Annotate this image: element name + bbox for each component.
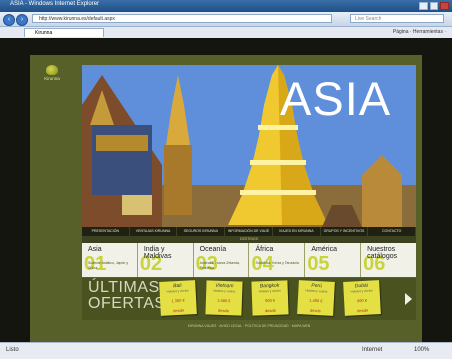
- offer-from: desde: [309, 307, 321, 314]
- offer-desc: Hoteles y vuelos: [305, 288, 328, 294]
- status-text: Listo: [6, 347, 19, 353]
- browser-tab[interactable]: Kirunna: [24, 28, 104, 37]
- hero-title: ASIA: [280, 72, 392, 125]
- maximize-button[interactable]: [429, 2, 439, 10]
- offer-price: 1.690 €: [217, 297, 231, 304]
- section-strip: DESTINOS: [82, 236, 416, 243]
- security-zone: Internet: [362, 347, 383, 353]
- window-controls: [419, 2, 450, 10]
- destination-oceania[interactable]: 03 Oceanía Australia, Nueva Zelanda, Pol…: [194, 243, 250, 277]
- offers-notes: Bali Hoteles y vuelos 1.350 € desde Viet…: [159, 280, 400, 317]
- destination-asia[interactable]: 01 Asia Sudeste Asiático, Japón y China: [82, 243, 138, 277]
- offer-note[interactable]: Bangkok Hoteles y vuelos 990 € desde: [251, 280, 289, 316]
- site-logo[interactable]: Kirunna: [40, 65, 64, 83]
- minimize-button[interactable]: [419, 2, 428, 10]
- destination-africa[interactable]: 04 África Sudáfrica, Kenia y Tanzania: [249, 243, 306, 277]
- search-input[interactable]: Live Search: [350, 14, 444, 23]
- logo-icon: [46, 65, 58, 75]
- destination-number: 05: [307, 253, 330, 275]
- offer-note[interactable]: Vietnam Hoteles y vuelos 1.690 € desde: [205, 280, 243, 316]
- destination-name: África: [255, 246, 274, 253]
- page-viewport: Kirunna ASIA PRESENTACIÓN VENTAJAS KIRUN…: [0, 38, 452, 348]
- menu-item-grupos[interactable]: GRUPOS Y INCENTIVOS: [321, 227, 369, 236]
- offers-title: ÚLTIMAS OFERTAS: [88, 279, 166, 312]
- offer-from: desde: [173, 307, 185, 314]
- menu-item-contacto[interactable]: CONTACTO: [368, 227, 417, 236]
- destination-name: India y Maldivas: [143, 246, 172, 260]
- destination-america[interactable]: 05 América: [305, 243, 362, 277]
- offer-price: 1.350 €: [171, 297, 185, 304]
- offer-price: 890 €: [356, 297, 368, 304]
- destination-name: Asia: [88, 246, 102, 253]
- next-arrow-icon[interactable]: [405, 293, 412, 305]
- main-menu: PRESENTACIÓN VENTAJAS KIRUNNA SEGUROS KI…: [82, 227, 417, 236]
- window-titlebar: ASIA - Windows Internet Explorer: [0, 0, 452, 12]
- offer-from: desde: [357, 307, 369, 314]
- offer-from: desde: [264, 307, 276, 314]
- navigation-bar: ‹ › http://www.kirunna.es/default.aspx L…: [0, 12, 452, 27]
- zoom-level[interactable]: 100%: [414, 347, 429, 353]
- destination-sub: Sudáfrica, Kenia y Tanzania: [255, 261, 299, 265]
- back-icon[interactable]: ‹: [3, 14, 15, 26]
- hero-banner: ASIA: [82, 65, 416, 227]
- menu-item-seguros[interactable]: SEGUROS KIRUNNA: [177, 227, 226, 236]
- destinations-bar: 01 Asia Sudeste Asiático, Japón y China …: [82, 243, 416, 277]
- close-button[interactable]: [440, 2, 450, 10]
- offer-desc: Hoteles y vuelos: [258, 288, 281, 294]
- destination-sub: Sudeste Asiático, Japón y China: [88, 261, 129, 270]
- destination-sub: Australia, Nueva Zelanda, Polinesia: [199, 261, 240, 270]
- destination-name: Nuestros catálogos: [367, 246, 398, 260]
- status-bar: Listo Internet 100%: [0, 342, 452, 359]
- menu-item-informacion[interactable]: INFORMACIÓN DE VIAJE: [225, 227, 273, 236]
- offer-desc: Hoteles y vuelos: [166, 288, 189, 294]
- offer-from: desde: [218, 307, 230, 314]
- logo-text: Kirunna: [44, 76, 60, 81]
- menu-item-presentacion[interactable]: PRESENTACIÓN: [82, 227, 130, 236]
- window-title: ASIA - Windows Internet Explorer: [10, 1, 100, 7]
- offer-note[interactable]: Perú Hoteles y vuelos 1.490 € desde: [297, 280, 335, 316]
- offer-note[interactable]: Bali Hoteles y vuelos 1.350 € desde: [159, 280, 197, 316]
- offer-note[interactable]: Dubái Hoteles y vuelos 890 € desde: [343, 280, 381, 316]
- destination-catalogos[interactable]: 06 Nuestros catálogos: [361, 243, 416, 277]
- site-footer: KIRUNNA VIAJES · AVISO LEGAL · POLÍTICA …: [187, 324, 311, 328]
- menu-item-ventajas[interactable]: VENTAJAS KIRUNNA: [130, 227, 178, 236]
- destination-name: América: [311, 246, 337, 253]
- offer-price: 990 €: [264, 297, 276, 304]
- menu-item-viajes[interactable]: VIAJES EN KIRUNNA: [273, 227, 321, 236]
- offer-price: 1.490 €: [309, 297, 323, 304]
- forward-icon[interactable]: ›: [16, 14, 28, 26]
- destination-name: Oceanía: [199, 246, 227, 253]
- offers-section: ÚLTIMAS OFERTAS Bali Hoteles y vuelos 1.…: [82, 278, 416, 320]
- website-frame: Kirunna ASIA PRESENTACIÓN VENTAJAS KIRUN…: [30, 55, 422, 348]
- offer-desc: Hoteles y vuelos: [350, 288, 373, 294]
- tools-menu[interactable]: Página · Herramientas ·: [393, 29, 446, 35]
- address-bar[interactable]: http://www.kirunna.es/default.aspx: [32, 14, 332, 23]
- destination-india[interactable]: 02 India y Maldivas: [138, 243, 194, 277]
- offer-desc: Hoteles y vuelos: [213, 288, 236, 294]
